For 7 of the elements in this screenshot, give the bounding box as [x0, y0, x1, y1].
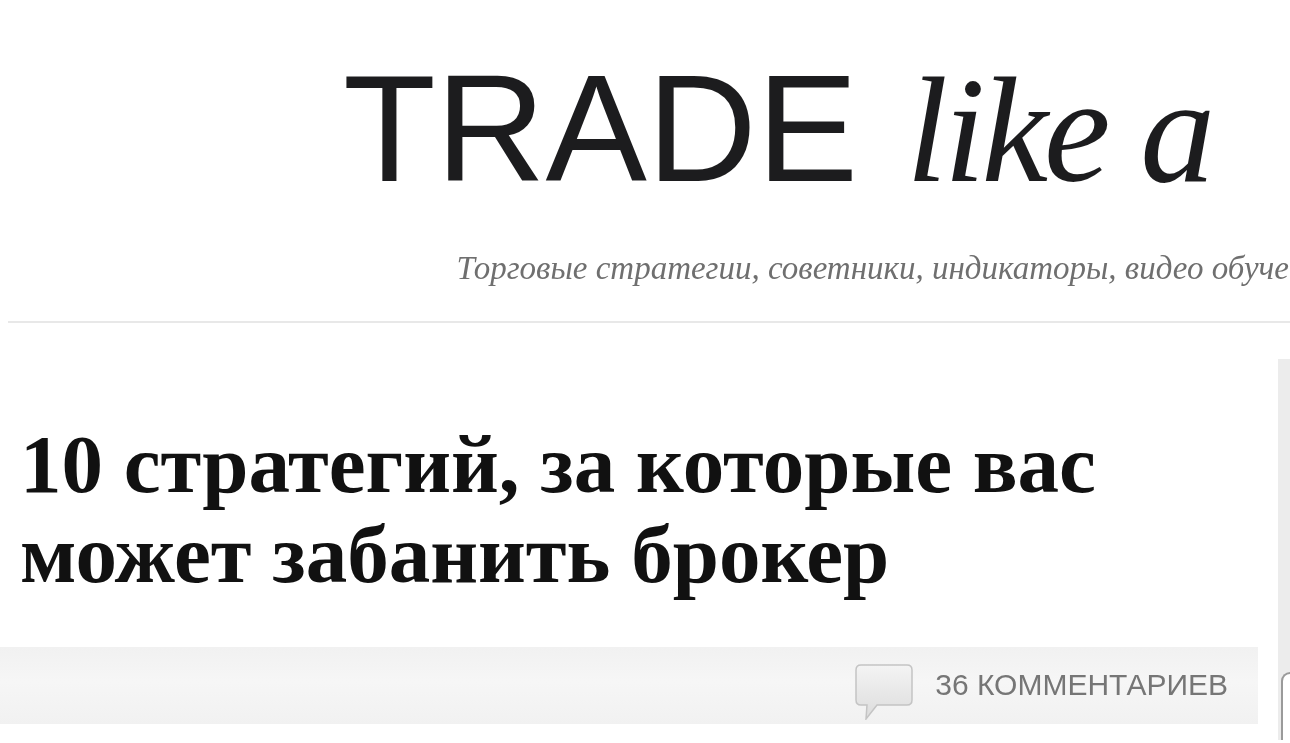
- logo-word: TRADE: [343, 52, 859, 204]
- site-logo[interactable]: TRADE like a: [343, 52, 1212, 205]
- speech-bubble-icon: [855, 664, 914, 721]
- site-tagline: Торговые стратегии, советники, индикаторы, видео обуче: [456, 249, 1289, 288]
- logo-script: like a: [906, 55, 1212, 205]
- comments-link[interactable]: 36 КОММЕНТАРИЕВ: [855, 650, 1228, 721]
- article-title: 10 стратегий, за которые вас может забанить брокер: [19, 418, 1097, 599]
